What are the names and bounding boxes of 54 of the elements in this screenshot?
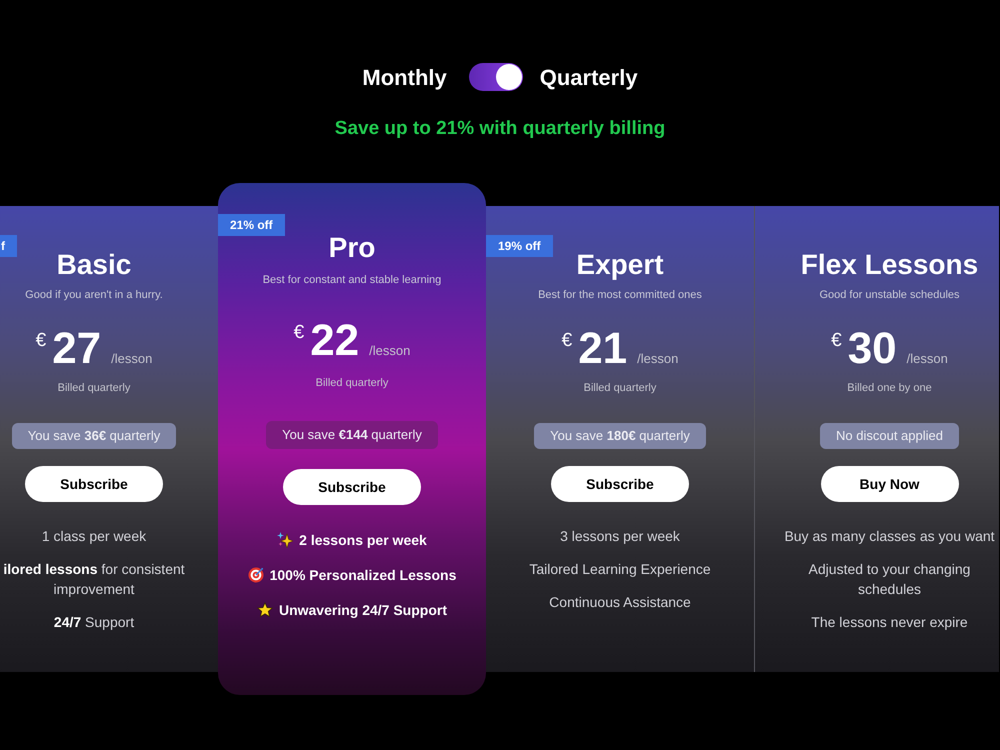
plan-button[interactable]: Subscribe: [283, 469, 421, 505]
billing-option-label: Quarterly: [540, 64, 638, 92]
plan-name: Expert: [576, 248, 664, 282]
feature-text: Continuous Assistance: [548, 593, 692, 612]
billing-note: Billed one by one: [847, 381, 932, 395]
savings-note: Save up to 21% with quarterly billing: [334, 117, 666, 141]
savings-badge: No discout applied: [820, 423, 959, 449]
plan-button[interactable]: Subscribe: [551, 466, 689, 502]
feature-text: 3 lessons per week: [559, 527, 681, 546]
billing-note: Billed quarterly: [316, 376, 388, 390]
feature-text: ilored lessons for consistent improvement: [2, 560, 186, 599]
plan-name: Pro: [328, 231, 376, 265]
price-unit: /lesson: [369, 343, 410, 359]
feature-text: Unwavering 24/7 Support: [278, 601, 448, 620]
plan-button[interactable]: Buy Now: [820, 466, 958, 502]
feature-text: 1 class per week: [40, 527, 148, 546]
price-unit: /lesson: [906, 351, 948, 367]
feature-text: Buy as many classes as you want: [783, 527, 996, 546]
savings-badge: You save 180€ quarterly: [534, 423, 706, 449]
price-amount: 30: [848, 325, 897, 373]
feature-text: Tailored Learning Experience: [528, 560, 712, 579]
price-unit: /lesson: [637, 351, 678, 367]
price-amount: 21: [578, 325, 628, 373]
savings-badge: You save €144 quarterly: [266, 421, 438, 449]
billing-option-label: Monthly: [362, 64, 447, 92]
feature-text: 100% Personalized Lessons: [270, 566, 456, 585]
price-amount: 22: [310, 317, 360, 365]
plan-tagline: Good for unstable schedules: [819, 288, 960, 302]
price-amount: 27: [52, 325, 102, 373]
currency-symbol: €: [831, 331, 842, 351]
discount-badge: 21% off: [218, 214, 285, 236]
savings-badge: You save 36€ quarterly: [12, 423, 176, 449]
billing-toggle[interactable]: [468, 63, 523, 91]
plan-button[interactable]: Subscribe: [25, 466, 163, 502]
currency-symbol: €: [562, 331, 572, 351]
plan-name: Flex Lessons: [800, 248, 978, 282]
plan-tagline: Best for the most committed ones: [538, 288, 702, 302]
star-icon: [256, 602, 273, 618]
discount-badge: f: [0, 235, 17, 257]
currency-symbol: €: [36, 331, 46, 351]
feature-text: 2 lessons per week: [299, 531, 427, 550]
feature-text: The lessons never expire: [810, 613, 969, 632]
price-unit: /lesson: [111, 351, 152, 367]
currency-symbol: €: [294, 323, 304, 343]
billing-note: Billed quarterly: [584, 381, 656, 395]
feature-text: 24/7 Support: [52, 613, 136, 632]
discount-badge: 19% off: [486, 235, 553, 257]
plan-tagline: Good if you aren't in a hurry.: [25, 288, 163, 302]
plan-name: Basic: [56, 248, 132, 282]
sparkles-icon: [277, 532, 294, 548]
billing-note: Billed quarterly: [58, 381, 130, 395]
plan-tagline: Best for constant and stable learning: [262, 273, 442, 287]
feature-text: Adjusted to your changing schedules: [808, 560, 972, 599]
target-icon: [248, 567, 264, 583]
